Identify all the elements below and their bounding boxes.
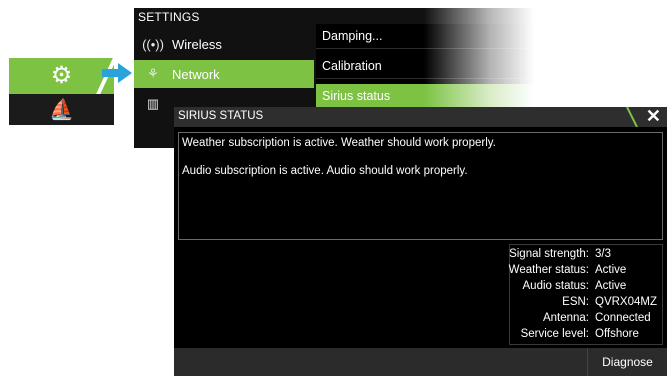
dialog-header: SIRIUS STATUS ✕ (174, 106, 667, 127)
settings-title: SETTINGS (138, 10, 200, 24)
status-label: Weather status: (508, 264, 589, 276)
thumbnail-boat-tile: ⛵ (9, 94, 114, 125)
header-slash-decoration (626, 107, 638, 127)
submenu-item-sirius-status[interactable]: Sirius status (316, 84, 534, 109)
status-value: 3/3 (595, 248, 611, 260)
sirius-status-dialog: SIRIUS STATUS ✕ Weather subscription is … (174, 106, 667, 376)
close-icon[interactable]: ✕ (646, 106, 661, 126)
arrow-right-icon (102, 63, 132, 83)
submenu-item-calibration[interactable]: Calibration (316, 54, 534, 79)
status-value: Active (595, 264, 627, 276)
boat-icon: ⛵ (49, 99, 74, 121)
status-label: Service level: (520, 328, 589, 340)
status-value: Active (595, 280, 627, 292)
diagnose-button[interactable]: Diagnose (587, 348, 667, 376)
network-icon: ⚘ (147, 66, 159, 81)
status-row: Weather status: Active (508, 264, 662, 278)
menu-item-network[interactable]: ⚘ Network (134, 60, 314, 88)
status-row: Service level: Offshore (510, 328, 662, 342)
wireless-icon: ((•)) (142, 36, 164, 52)
status-label: ESN: (562, 296, 589, 308)
status-row: ESN: QVRX04MZ (510, 296, 662, 310)
status-row: Signal strength: 3/3 (509, 248, 662, 262)
submenu-item-damping[interactable]: Damping... (316, 24, 534, 49)
gear-icon: ⚙ (50, 62, 73, 89)
vessels-icon: ▥ (146, 96, 160, 111)
status-value: QVRX04MZ (595, 296, 657, 308)
menu-item-label: Network (172, 66, 220, 82)
settings-thumbnail[interactable]: ⚙ ⛵ (9, 58, 114, 125)
menu-item-wireless[interactable]: ((•)) Wireless (134, 30, 314, 58)
status-message-box: Weather subscription is active. Weather … (178, 132, 663, 240)
status-label: Signal strength: (509, 248, 589, 260)
dialog-title: SIRIUS STATUS (178, 110, 264, 122)
status-label: Audio status: (522, 280, 589, 292)
status-details: Signal strength: 3/3 Weather status: Act… (509, 244, 663, 345)
status-value: Offshore (595, 328, 639, 340)
status-value: Connected (595, 312, 651, 324)
status-row: Antenna: Connected (510, 312, 662, 326)
status-label: Antenna: (542, 312, 589, 324)
weather-message: Weather subscription is active. Weather … (182, 137, 496, 149)
status-row: Audio status: Active (510, 280, 662, 294)
menu-item-label: Wireless (172, 36, 222, 52)
audio-message: Audio subscription is active. Audio shou… (182, 165, 468, 177)
dialog-footer: Diagnose (174, 348, 667, 376)
